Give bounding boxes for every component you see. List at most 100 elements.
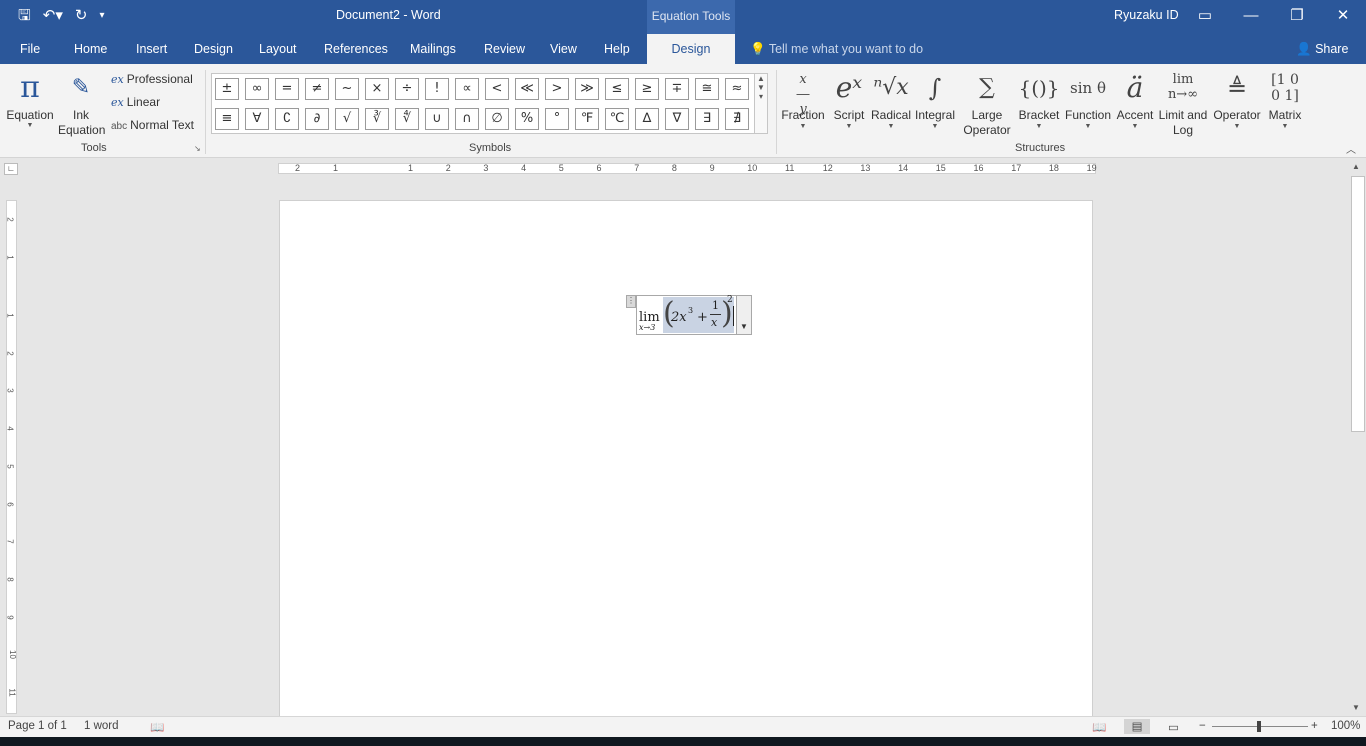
operator-button[interactable]: ≜ Operator ▼	[1210, 68, 1264, 131]
equation-options-chevron-icon[interactable]: ▼	[736, 296, 751, 334]
tab-file[interactable]: File	[20, 34, 40, 64]
symbol-button[interactable]: ∂	[305, 108, 329, 130]
proofing-icon[interactable]: 📖	[150, 720, 164, 734]
tab-review[interactable]: Review	[484, 34, 525, 64]
large-operator-button[interactable]: ∑ Large Operator	[958, 68, 1016, 138]
redo-icon[interactable]: ↻	[75, 6, 88, 26]
tab-references[interactable]: References	[324, 34, 388, 64]
symbol-button[interactable]: ≫	[575, 78, 599, 100]
integral-button[interactable]: ∫ Integral ▼	[912, 68, 958, 131]
symbol-button[interactable]: ≤	[605, 78, 629, 100]
ink-equation-button[interactable]: ✎ Ink Equation	[58, 68, 106, 138]
minimize-button[interactable]: —	[1228, 0, 1274, 34]
zoom-in-icon[interactable]: +	[1311, 720, 1318, 732]
symbol-button[interactable]: ∆	[635, 108, 659, 130]
symbol-button[interactable]: ∓	[665, 78, 689, 100]
symbol-button[interactable]: >	[545, 78, 569, 100]
tell-me-search[interactable]: 💡 Tell me what you want to do	[750, 34, 923, 64]
symbol-button[interactable]: ℉	[575, 108, 599, 130]
radical-button[interactable]: ⁿ√x Radical ▼	[870, 68, 912, 131]
symbol-gallery-scroll[interactable]: ▲ ▼ ▾	[754, 73, 768, 134]
tab-equation-design[interactable]: Design	[647, 34, 735, 64]
symbol-button[interactable]: √	[335, 108, 359, 130]
limit-icon: lim n→∞	[1167, 72, 1199, 102]
symbol-button[interactable]: ∪	[425, 108, 449, 130]
symbol-button[interactable]: ∄	[725, 108, 749, 130]
zoom-out-icon[interactable]: −	[1199, 720, 1206, 732]
customize-qat-icon[interactable]: ▾	[99, 6, 104, 26]
print-layout-icon[interactable]: ▤	[1124, 719, 1150, 734]
tab-help[interactable]: Help	[604, 34, 630, 64]
symbol-button[interactable]: ∜	[395, 108, 419, 130]
script-button[interactable]: eˣ Script ▼	[828, 68, 870, 131]
tab-design[interactable]: Design	[194, 34, 233, 64]
scrollbar-thumb[interactable]	[1351, 176, 1365, 432]
matrix-button[interactable]: [1 0 0 1] Matrix ▼	[1264, 68, 1306, 131]
bracket-button[interactable]: {()} Bracket ▼	[1016, 68, 1062, 131]
read-mode-icon[interactable]: 📖	[1092, 720, 1106, 734]
symbol-button[interactable]: ≥	[635, 78, 659, 100]
close-button[interactable]: ✕	[1320, 0, 1366, 34]
symbol-button[interactable]: ±	[215, 78, 239, 100]
symbol-button[interactable]: ≪	[515, 78, 539, 100]
limit-and-log-button[interactable]: lim n→∞ Limit and Log	[1156, 68, 1210, 138]
document-page[interactable]	[279, 200, 1093, 720]
symbol-button[interactable]: !	[425, 78, 449, 100]
tab-layout[interactable]: Layout	[259, 34, 297, 64]
symbol-button[interactable]: ∇	[665, 108, 689, 130]
symbol-button[interactable]: ∛	[365, 108, 389, 130]
symbol-button[interactable]: =	[275, 78, 299, 100]
save-icon[interactable]: 🖫	[18, 6, 31, 26]
collapse-ribbon-icon[interactable]: ︿	[1346, 141, 1356, 156]
undo-icon[interactable]: ↶▾	[43, 6, 63, 26]
equation-button[interactable]: π Equation ▼	[4, 68, 56, 130]
symbol-button[interactable]: ∃	[695, 108, 719, 130]
ribbon: π Equation ▼ ✎ Ink Equation ex Profession…	[0, 64, 1366, 158]
symbol-button[interactable]: ×	[365, 78, 389, 100]
symbol-button[interactable]: ℃	[605, 108, 629, 130]
symbol-button[interactable]: ∅	[485, 108, 509, 130]
symbol-button[interactable]: ∩	[455, 108, 479, 130]
equation-handle-icon[interactable]: ⋮	[626, 295, 636, 308]
user-account[interactable]: Ryuzaku ID	[1114, 8, 1179, 22]
symbol-button[interactable]: ≡	[215, 108, 239, 130]
ribbon-display-options-icon[interactable]: ▭	[1182, 0, 1228, 34]
restore-button[interactable]: ❐	[1274, 0, 1320, 34]
ink-label-2: Equation	[58, 123, 106, 137]
scroll-down-icon[interactable]: ▼	[1352, 703, 1360, 712]
symbol-button[interactable]: ≅	[695, 78, 719, 100]
word-count[interactable]: 1 word	[84, 720, 119, 732]
symbol-button[interactable]: ~	[335, 78, 359, 100]
web-layout-icon[interactable]: ▭	[1168, 720, 1179, 734]
fraction-button[interactable]: x ― y Fraction ▼	[780, 68, 826, 131]
tab-insert[interactable]: Insert	[136, 34, 167, 64]
radical-icon: ⁿ√x	[873, 75, 909, 100]
linear-button[interactable]: ex Linear	[111, 95, 160, 109]
dialog-launcher-icon[interactable]: ↘	[194, 144, 201, 153]
tab-view[interactable]: View	[550, 34, 577, 64]
share-button[interactable]: 👤 Share	[1296, 34, 1348, 64]
scroll-up-icon[interactable]: ▲	[1352, 162, 1360, 171]
vertical-ruler[interactable]: 2 1 1 2 3 4 5 6 7 8 9 10 11	[6, 200, 17, 714]
tab-home[interactable]: Home	[74, 34, 107, 64]
tab-mailings[interactable]: Mailings	[410, 34, 456, 64]
symbol-button[interactable]: ≈	[725, 78, 749, 100]
symbol-button[interactable]: ∀	[245, 108, 269, 130]
horizontal-ruler[interactable]: 2 1 1 2 3 4 5 6 7 8 9 10 11 12 13 14 15 16 17 18 19	[278, 163, 1097, 174]
professional-button[interactable]: ex Professional	[111, 72, 193, 86]
symbol-button[interactable]: <	[485, 78, 509, 100]
accent-button[interactable]: ä Accent ▼	[1114, 68, 1156, 131]
normal-text-button[interactable]: abc Normal Text	[111, 118, 194, 132]
zoom-slider-thumb[interactable]	[1257, 721, 1261, 732]
page-count[interactable]: Page 1 of 1	[8, 720, 67, 732]
symbol-button[interactable]: ∞	[245, 78, 269, 100]
symbol-button[interactable]: %	[515, 108, 539, 130]
symbol-button[interactable]: ≠	[305, 78, 329, 100]
tab-selector-icon[interactable]: ∟	[4, 163, 18, 175]
symbol-button[interactable]: ∁	[275, 108, 299, 130]
symbol-button[interactable]: ÷	[395, 78, 419, 100]
symbol-button[interactable]: ∝	[455, 78, 479, 100]
function-button[interactable]: sin θ Function ▼	[1062, 68, 1114, 131]
zoom-level[interactable]: 100%	[1331, 720, 1360, 732]
symbol-button[interactable]: °	[545, 108, 569, 130]
